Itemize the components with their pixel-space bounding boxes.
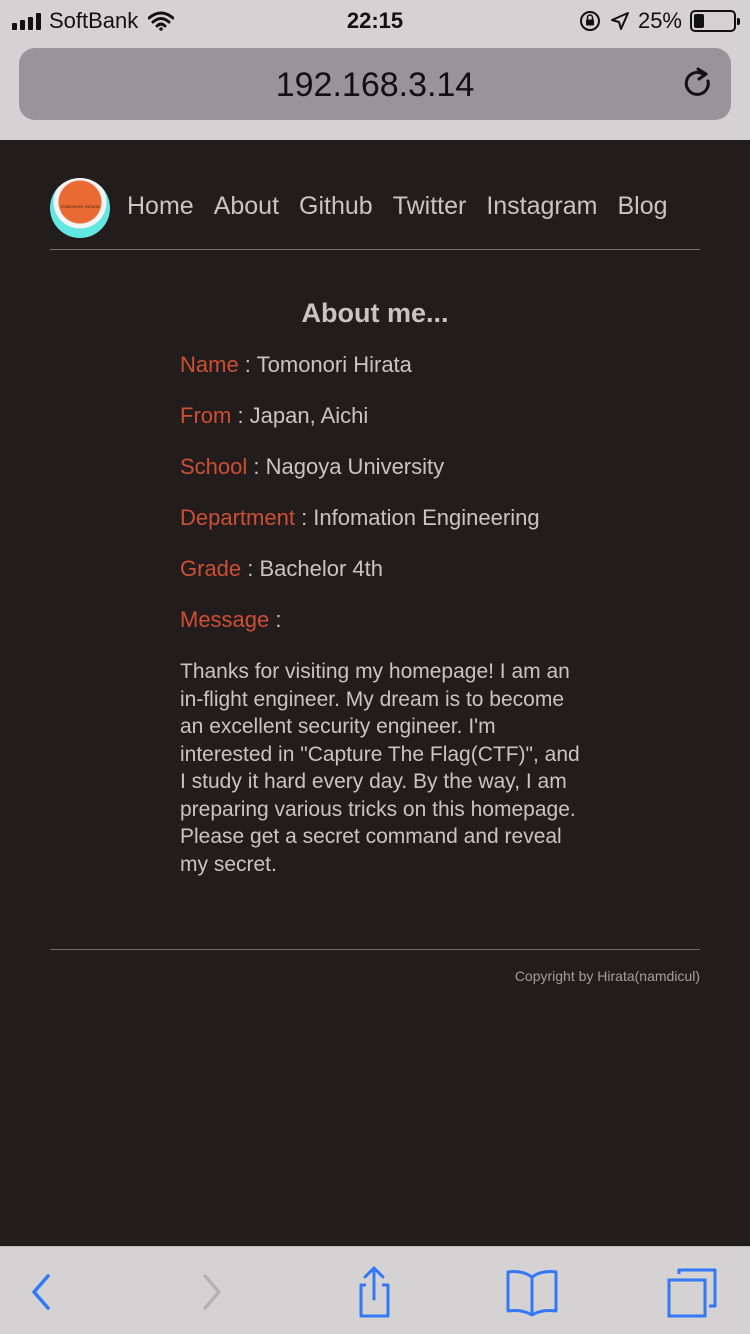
site-nav: TOMONORI HIRATA Home About Github Twitte… (50, 178, 700, 250)
forward-icon (203, 1274, 221, 1310)
url-text[interactable]: 192.168.3.14 (19, 66, 731, 105)
info-value: : Bachelor 4th (241, 556, 384, 581)
back-icon (32, 1274, 50, 1310)
info-value: : Nagoya University (247, 454, 445, 479)
bookmarks-icon (506, 1270, 558, 1317)
info-row-school: School : Nagoya University (180, 454, 580, 505)
nav-link-about[interactable]: About (214, 192, 279, 221)
status-right: 25% (578, 8, 740, 34)
info-value: : (269, 607, 282, 632)
rotation-lock-icon (579, 11, 600, 31)
tabs-button[interactable] (664, 1267, 720, 1318)
share-button[interactable] (346, 1266, 402, 1318)
info-label: From (180, 403, 232, 428)
nav-link-home[interactable]: Home (127, 192, 194, 221)
info-label: Grade (180, 556, 242, 581)
status-bar: SoftBank 22:15 25% (0, 0, 750, 40)
forward-button[interactable] (183, 1267, 239, 1317)
site-logo[interactable]: TOMONORI HIRATA (50, 178, 110, 238)
info-label: Message (180, 607, 270, 632)
battery-percent: 25% (637, 8, 682, 33)
battery-fill (694, 14, 704, 28)
logo-text: TOMONORI HIRATA (59, 204, 101, 209)
footer-divider (50, 949, 700, 950)
info-value: : Infomation Engineering (294, 505, 540, 530)
browser-top-chrome: SoftBank 22:15 25% 192.168.3.14 (0, 0, 750, 140)
nav-link-github[interactable]: Github (299, 192, 373, 221)
info-row-message: Message : (180, 607, 580, 658)
info-value: : Japan, Aichi (231, 403, 369, 428)
bookmarks-button[interactable] (504, 1267, 560, 1317)
tabs-icon (667, 1268, 717, 1318)
copyright-text: Copyright by Hirata(namdicul) (514, 968, 700, 984)
safari-toolbar (0, 1246, 750, 1334)
reload-icon[interactable] (681, 66, 715, 102)
info-row-name: Name : Tomonori Hirata (180, 352, 580, 403)
info-row-grade: Grade : Bachelor 4th (180, 556, 580, 607)
url-bar[interactable]: 192.168.3.14 (19, 48, 731, 120)
about-message: Thanks for visiting my homepage! I am an… (180, 660, 580, 876)
nav-link-twitter[interactable]: Twitter (393, 192, 467, 221)
location-icon (610, 12, 629, 30)
info-row-from: From : Japan, Aichi (180, 403, 580, 454)
info-label: Name (180, 352, 239, 377)
info-label: School (180, 454, 248, 479)
battery-icon (690, 10, 740, 32)
nav-links: Home About Github Twitter Instagram Blog (127, 192, 668, 221)
about-info: Name : Tomonori Hirata From : Japan, Aic… (180, 352, 580, 658)
info-label: Department (180, 505, 295, 530)
nav-link-instagram[interactable]: Instagram (486, 192, 597, 221)
share-icon (359, 1266, 390, 1318)
info-row-department: Department : Infomation Engineering (180, 505, 580, 556)
nav-link-blog[interactable]: Blog (618, 192, 668, 221)
about-title: About me... (301, 298, 449, 328)
info-value: : Tomonori Hirata (238, 352, 412, 377)
back-button[interactable] (14, 1267, 70, 1317)
web-page: TOMONORI HIRATA Home About Github Twitte… (0, 140, 750, 1246)
